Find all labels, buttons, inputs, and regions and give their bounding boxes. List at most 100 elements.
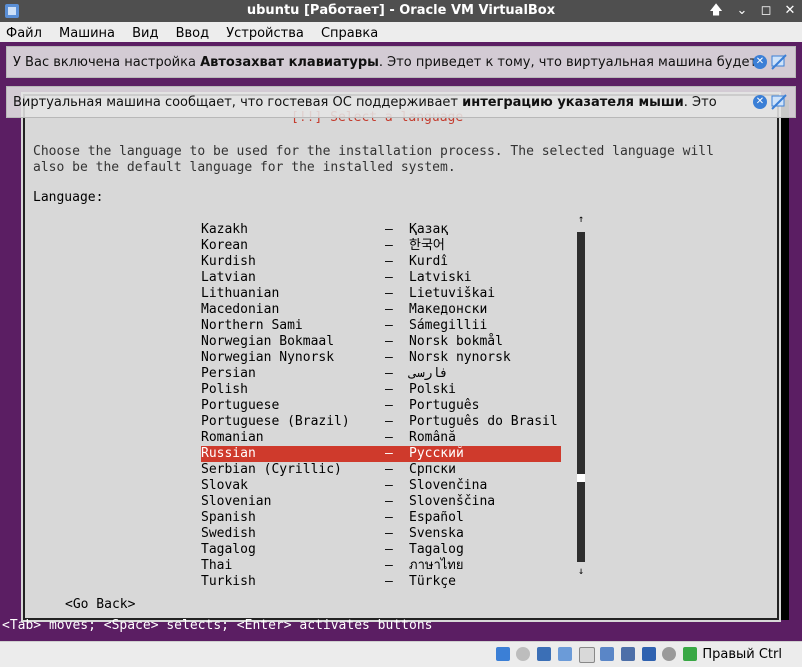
scrollbar-track[interactable] — [577, 232, 585, 562]
language-option[interactable]: Thai – ภาษาไทย — [201, 558, 561, 574]
language-option[interactable]: Lithuanian – Lietuviškai — [201, 286, 561, 302]
scrollbar-thumb[interactable] — [577, 474, 585, 482]
keyboard-hint: <Tab> moves; <Space> selects; <Enter> ac… — [2, 618, 433, 633]
mouse-integration-icon[interactable] — [642, 647, 656, 661]
language-native-name: Slovenščina — [409, 494, 496, 509]
language-native-name: Lietuviškai — [409, 286, 496, 301]
video-capture-icon[interactable] — [621, 647, 635, 661]
status-bar: Правый Ctrl — [0, 641, 802, 667]
language-english-name: Swedish — [201, 526, 256, 541]
language-option[interactable]: Kurdish – Kurdî — [201, 254, 561, 270]
language-english-name: Lithuanian — [201, 286, 280, 301]
close-button[interactable]: ✕ — [782, 3, 798, 19]
vm-screen[interactable]: [!!] Select a language Choose the langua… — [0, 42, 802, 645]
language-english-name: Northern Sami — [201, 318, 303, 333]
language-separator: – — [385, 510, 393, 525]
language-separator: – — [385, 366, 393, 381]
language-english-name: Romanian — [201, 430, 264, 445]
menu-help[interactable]: Справка — [315, 24, 384, 44]
language-option[interactable]: Kazakh – Қазақ — [201, 222, 561, 238]
language-option[interactable]: Spanish – Español — [201, 510, 561, 526]
language-option[interactable]: Norwegian Bokmaal – Norsk bokmål — [201, 334, 561, 350]
language-option[interactable]: Polish – Polski — [201, 382, 561, 398]
language-english-name: Russian — [201, 446, 256, 461]
language-native-name: Tagalog — [409, 542, 464, 557]
window-title: ubuntu [Работает] - Oracle VM VirtualBox — [246, 3, 556, 18]
language-separator: – — [385, 414, 393, 429]
menu-machine[interactable]: Машина — [53, 24, 121, 44]
language-english-name: Slovak — [201, 478, 248, 493]
menu-bar: Файл Машина Вид Ввод Устройства Справка — [0, 22, 802, 42]
language-english-name: Tagalog — [201, 542, 256, 557]
language-separator: – — [385, 334, 393, 349]
usb-icon[interactable] — [558, 647, 572, 661]
language-native-name: Norsk bokmål — [409, 334, 503, 349]
language-english-name: Polish — [201, 382, 248, 397]
language-english-name: Thai — [201, 558, 233, 573]
language-option[interactable]: Macedonian – Македонски — [201, 302, 561, 318]
language-separator: – — [385, 398, 393, 413]
language-native-name: Español — [409, 510, 464, 525]
language-english-name: Norwegian Nynorsk — [201, 350, 335, 365]
language-option[interactable]: Serbian (Cyrillic) – Српски — [201, 462, 561, 478]
do-not-show-again-icon[interactable] — [771, 54, 787, 70]
shared-folders-icon[interactable] — [579, 647, 595, 663]
language-option[interactable]: Tagalog – Tagalog — [201, 542, 561, 558]
do-not-show-again-icon[interactable] — [771, 94, 787, 110]
keyboard-capture-icon[interactable] — [683, 647, 697, 661]
window-titlebar: ubuntu [Работает] - Oracle VM VirtualBox… — [0, 0, 802, 22]
language-option[interactable]: Swedish – Svenska — [201, 526, 561, 542]
language-separator: – — [385, 478, 393, 493]
language-english-name: Serbian (Cyrillic) — [201, 462, 342, 477]
audio-icon[interactable] — [662, 647, 676, 661]
pin-button[interactable]: 🡅 — [708, 3, 724, 19]
language-native-name: Kurdî — [409, 254, 449, 269]
display-icon[interactable] — [600, 647, 614, 661]
language-separator: – — [385, 462, 393, 477]
language-native-name: Română — [409, 430, 456, 445]
menu-file[interactable]: Файл — [0, 24, 48, 44]
language-english-name: Kazakh — [201, 222, 248, 237]
language-option[interactable]: Portuguese – Português — [201, 398, 561, 414]
close-notification-icon[interactable]: ✕ — [753, 95, 767, 109]
language-option[interactable]: Norwegian Nynorsk – Norsk nynorsk — [201, 350, 561, 366]
language-option[interactable]: Russian – Русский — [201, 446, 561, 462]
language-native-name: Svenska — [409, 526, 464, 541]
menu-devices[interactable]: Устройства — [220, 24, 310, 44]
language-list[interactable]: Kazakh – Қазақ Korean – 한국어 Kurdish – Kurdî Latvi… — [201, 222, 561, 590]
language-option[interactable]: Northern Sami – Sámegillii — [201, 318, 561, 334]
language-option[interactable]: Slovak – Slovenčina — [201, 478, 561, 494]
language-option[interactable]: Portuguese (Brazil) – Português do Brasil — [201, 414, 561, 430]
close-notification-icon[interactable]: ✕ — [753, 55, 767, 69]
language-separator: – — [385, 286, 393, 301]
language-native-name: Türkçe — [409, 574, 456, 589]
language-option[interactable]: Turkish – Türkçe — [201, 574, 561, 590]
language-separator: – — [385, 350, 393, 365]
language-option[interactable]: Latvian – Latviski — [201, 270, 561, 286]
language-native-name: Polski — [409, 382, 456, 397]
language-native-name: Српски — [409, 462, 456, 477]
menu-view[interactable]: Вид — [126, 24, 164, 44]
language-label: Language: — [33, 190, 104, 205]
language-option[interactable]: Romanian – Română — [201, 430, 561, 446]
scroll-up-arrow-icon[interactable]: ↑ — [577, 214, 585, 226]
go-back-button[interactable]: <Go Back> — [65, 597, 135, 612]
language-separator: – — [385, 430, 393, 445]
installer-dialog: [!!] Select a language Choose the langua… — [21, 92, 781, 622]
optical-drive-icon[interactable] — [516, 647, 530, 661]
language-option[interactable]: Korean – 한국어 — [201, 238, 561, 254]
minimize-button[interactable]: ⌄ — [734, 3, 750, 19]
hard-disk-icon[interactable] — [496, 647, 510, 661]
maximize-button[interactable]: ◻ — [758, 3, 774, 19]
mouse-integration-notification: Виртуальная машина сообщает, что гостева… — [6, 86, 796, 118]
notification-text: Виртуальная машина сообщает, что гостева… — [13, 95, 717, 110]
language-separator: – — [385, 446, 393, 461]
network-icon[interactable] — [537, 647, 551, 661]
language-option[interactable]: Slovenian – Slovenščina — [201, 494, 561, 510]
language-option[interactable]: Persian – فارسی — [201, 366, 561, 382]
keyboard-capture-notification: У Вас включена настройка Автозахват клав… — [6, 46, 796, 78]
language-native-name: Sámegillii — [409, 318, 488, 333]
dialog-description-line2: also be the default language for the ins… — [33, 160, 456, 175]
menu-input[interactable]: Ввод — [170, 24, 216, 44]
scroll-down-arrow-icon[interactable]: ↓ — [577, 566, 585, 578]
